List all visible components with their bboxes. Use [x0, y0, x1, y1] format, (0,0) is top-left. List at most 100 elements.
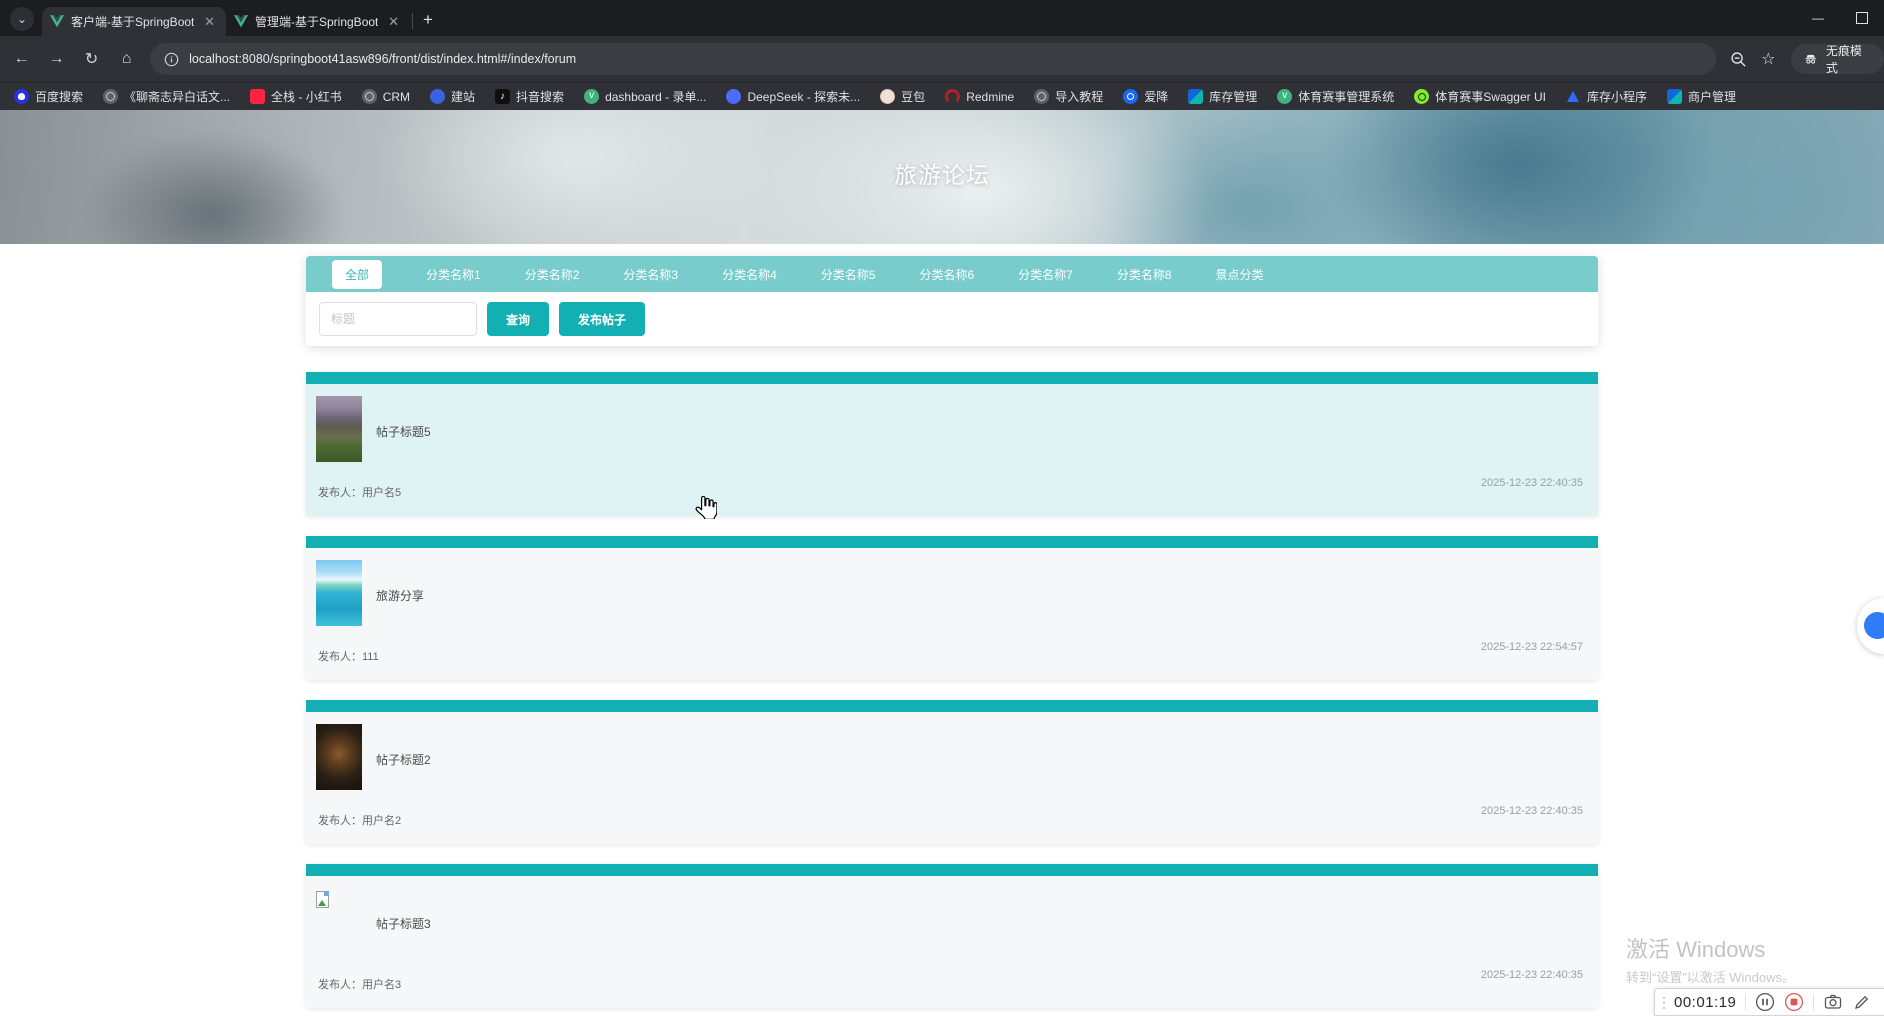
bookmark-item[interactable]: 体育赛事管理系统 [1277, 88, 1394, 105]
bookmark-item[interactable]: 库存管理 [1188, 88, 1257, 105]
tab-separator [412, 13, 413, 29]
post-body: 帖子标题2 发布人：用户名2 2025-12-23 22:40:35 [306, 712, 1598, 844]
tab-close-icon[interactable]: ✕ [201, 14, 218, 30]
vue-logo-icon [234, 15, 248, 28]
post-date: 2025-12-23 22:40:35 [1480, 477, 1583, 489]
site-builder-icon [430, 89, 446, 104]
bookmark-label: 百度搜索 [35, 90, 84, 104]
zoom-out-icon[interactable] [1730, 51, 1747, 68]
bookmark-item[interactable]: 豆包 [880, 88, 925, 105]
browser-tab-client[interactable]: 客户端-基于SpringBoot的个性 ✕ [42, 7, 226, 36]
category-tab[interactable]: 分类名称8 [1117, 266, 1172, 283]
beach-thumbnail [316, 560, 362, 626]
publish-post-button[interactable]: 发布帖子 [559, 302, 646, 336]
search-row: 查询 发布帖子 [306, 292, 1598, 346]
bookmark-label: CRM [382, 89, 411, 104]
category-tab[interactable]: 景点分类 [1216, 266, 1264, 283]
post-date: 2025-12-23 22:54:57 [1480, 641, 1583, 653]
bookmark-label: 抖音搜索 [516, 90, 565, 104]
tiktok-icon [495, 89, 511, 104]
bookmark-label: 体育赛事Swagger UI [1435, 90, 1546, 104]
post-author: 发布人：用户名3 [318, 979, 402, 991]
bookmark-item[interactable]: DeepSeek - 探索未... [726, 88, 860, 105]
post-title: 帖子标题3 [376, 917, 431, 931]
bookmark-item[interactable]: Redmine [945, 89, 1014, 104]
back-button[interactable]: ← [8, 45, 35, 73]
bookmark-star-icon[interactable]: ☆ [1761, 49, 1775, 69]
divider [1813, 994, 1815, 1010]
bookmark-label: 商户管理 [1688, 90, 1737, 104]
mini-program-icon [1566, 89, 1581, 104]
url-text: localhost:8080/springboot41asw896/front/… [189, 52, 577, 66]
bookmark-label: DeepSeek - 探索未... [747, 90, 861, 104]
annotate-pencil-button[interactable] [1852, 992, 1872, 1012]
xiaohongshu-icon [250, 89, 266, 104]
new-tab-button[interactable]: + [423, 10, 433, 30]
bookmark-item[interactable]: 库存小程序 [1566, 88, 1647, 105]
watermark-line1: 激活 Windows [1626, 937, 1766, 962]
bookmark-item[interactable]: 抖音搜索 [495, 88, 564, 105]
tab-title: 管理端-基于SpringBoot的个性 [255, 15, 379, 29]
query-button[interactable]: 查询 [487, 302, 550, 336]
post-body: 帖子标题3 发布人：用户名3 2025-12-23 22:40:35 [306, 876, 1598, 1008]
post-author: 发布人：用户名2 [318, 815, 402, 827]
category-tab[interactable]: 分类名称5 [821, 266, 876, 283]
floating-widget-button[interactable] [1857, 598, 1884, 654]
category-tab[interactable]: 分类名称3 [623, 266, 678, 283]
post-accent-bar [306, 864, 1598, 876]
forward-button[interactable]: → [43, 45, 70, 73]
bookmark-item[interactable]: 商户管理 [1667, 88, 1736, 105]
home-button[interactable]: ⌂ [113, 45, 140, 73]
browser-tab-admin[interactable]: 管理端-基于SpringBoot的个性 ✕ [226, 7, 410, 36]
post-card[interactable]: 帖子标题5 发布人：用户名5 2025-12-23 22:40:35 [306, 372, 1598, 516]
category-tab[interactable]: 分类名称6 [919, 266, 974, 283]
bookmark-item[interactable]: 全栈 - 小红书 [250, 88, 342, 105]
browser-toolbar: ← → ↻ ⌂ localhost:8080/springboot41asw89… [0, 36, 1884, 82]
bookmark-item[interactable]: 爱降 [1123, 88, 1168, 105]
category-tab[interactable]: 分类名称4 [722, 266, 777, 283]
post-body: 旅游分享 发布人：111 2025-12-23 22:54:57 [306, 548, 1598, 680]
drag-handle-icon[interactable] [1663, 996, 1665, 999]
bookmark-item[interactable]: dashboard - 录单... [584, 88, 706, 105]
pause-recording-button[interactable] [1755, 992, 1775, 1012]
category-tab[interactable]: 分类名称7 [1018, 266, 1073, 283]
post-card[interactable]: 帖子标题3 发布人：用户名3 2025-12-23 22:40:35 [306, 864, 1598, 1008]
bookmark-item[interactable]: 体育赛事Swagger UI [1414, 88, 1546, 105]
tab-close-icon[interactable]: ✕ [385, 14, 402, 30]
screenshot-camera-button[interactable] [1823, 992, 1843, 1012]
post-card[interactable]: 帖子标题2 发布人：用户名2 2025-12-23 22:40:35 [306, 700, 1598, 844]
bookmark-item[interactable]: CRM [361, 89, 411, 104]
divider [1745, 994, 1747, 1010]
bookmark-item[interactable]: 导入教程 [1034, 88, 1103, 105]
globe-icon [361, 89, 377, 104]
category-tab[interactable]: 分类名称1 [426, 266, 481, 283]
bookmark-item[interactable]: 建站 [430, 88, 475, 105]
page-title: 旅游论坛 [894, 162, 990, 188]
tab-search-button[interactable]: ⌄ [10, 7, 34, 31]
category-tab[interactable]: 分类名称2 [525, 266, 580, 283]
stop-recording-button[interactable] [1784, 992, 1804, 1012]
post-accent-bar [306, 372, 1598, 384]
post-card[interactable]: 旅游分享 发布人：111 2025-12-23 22:54:57 [306, 536, 1598, 680]
maximize-button[interactable] [1840, 0, 1884, 36]
hero-banner: 旅游论坛 [0, 110, 1884, 244]
title-search-input[interactable] [319, 302, 477, 336]
page-info-icon[interactable] [164, 52, 179, 67]
bookmark-item[interactable]: 《聊斋志异白话文... [103, 88, 230, 105]
bookmark-label: 库存管理 [1209, 90, 1258, 104]
minimize-button[interactable]: — [1796, 0, 1840, 36]
tab-title: 客户端-基于SpringBoot的个性 [71, 15, 195, 29]
deepseek-icon [726, 89, 742, 104]
reload-button[interactable]: ↻ [78, 45, 105, 73]
bookmark-item[interactable]: 百度搜索 [14, 88, 83, 105]
bookmark-label: 《聊斋志异白话文... [124, 90, 231, 104]
post-date: 2025-12-23 22:40:35 [1480, 805, 1583, 817]
post-list: 帖子标题5 发布人：用户名5 2025-12-23 22:40:35 旅游分享 … [306, 372, 1598, 1016]
redmine-icon [945, 89, 961, 104]
address-bar[interactable]: localhost:8080/springboot41asw896/front/… [150, 43, 1717, 75]
post-accent-bar [306, 700, 1598, 712]
bookmark-label: 导入教程 [1055, 90, 1104, 104]
category-tab[interactable]: 全部 [332, 259, 383, 289]
screen-recorder-toolbar: 00:01:19 [1654, 988, 1884, 1016]
post-accent-bar [306, 536, 1598, 548]
